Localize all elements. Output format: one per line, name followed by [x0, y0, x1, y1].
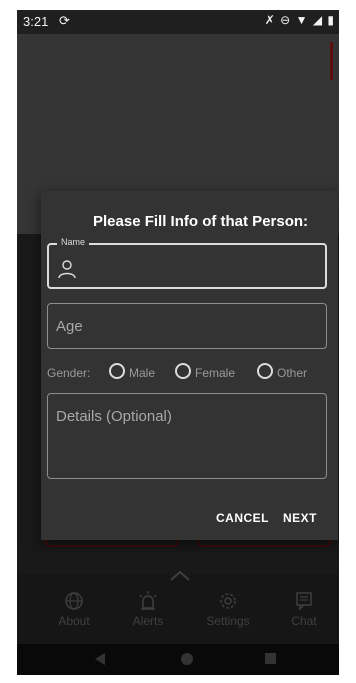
radio-male-label[interactable]: Male: [129, 366, 155, 380]
cancel-button[interactable]: CANCEL: [216, 511, 269, 525]
age-field[interactable]: Age: [47, 303, 327, 349]
radio-female[interactable]: [175, 363, 191, 379]
name-field-label: Name: [57, 237, 90, 247]
status-icons: ✗ ⊖ ▼ ◢ ▮: [265, 13, 335, 27]
phone-screen: 3:21 ⟳ ✗ ⊖ ▼ ◢ ▮ About Alerts Settings C…: [17, 10, 339, 675]
wifi-icon: ▼: [295, 13, 309, 27]
sync-icon: ⟳: [59, 13, 70, 28]
details-placeholder: Details (Optional): [56, 408, 172, 425]
status-bar: 3:21 ⟳ ✗ ⊖ ▼ ◢ ▮: [17, 10, 339, 34]
gender-label: Gender:: [47, 366, 91, 380]
person-info-dialog: Please Fill Info of that Person: Name Ag…: [41, 191, 338, 540]
alarm-off-icon: ✗: [264, 13, 276, 27]
person-icon: [58, 260, 76, 279]
radio-other[interactable]: [257, 363, 273, 379]
do-not-disturb-icon: ⊖: [280, 13, 292, 27]
details-field[interactable]: Details (Optional): [47, 393, 327, 479]
radio-female-label[interactable]: Female: [195, 366, 235, 380]
name-field[interactable]: Name: [47, 237, 327, 289]
dialog-title: Please Fill Info of that Person:: [93, 213, 309, 230]
status-time: 3:21: [23, 14, 49, 29]
battery-icon: ▮: [327, 13, 335, 27]
radio-male[interactable]: [109, 363, 125, 379]
next-button[interactable]: NEXT: [283, 511, 317, 525]
gender-selector: Gender: Male Female Other: [47, 363, 333, 383]
signal-icon: ◢: [312, 13, 324, 27]
radio-other-label[interactable]: Other: [277, 366, 307, 380]
age-placeholder: Age: [56, 318, 83, 335]
